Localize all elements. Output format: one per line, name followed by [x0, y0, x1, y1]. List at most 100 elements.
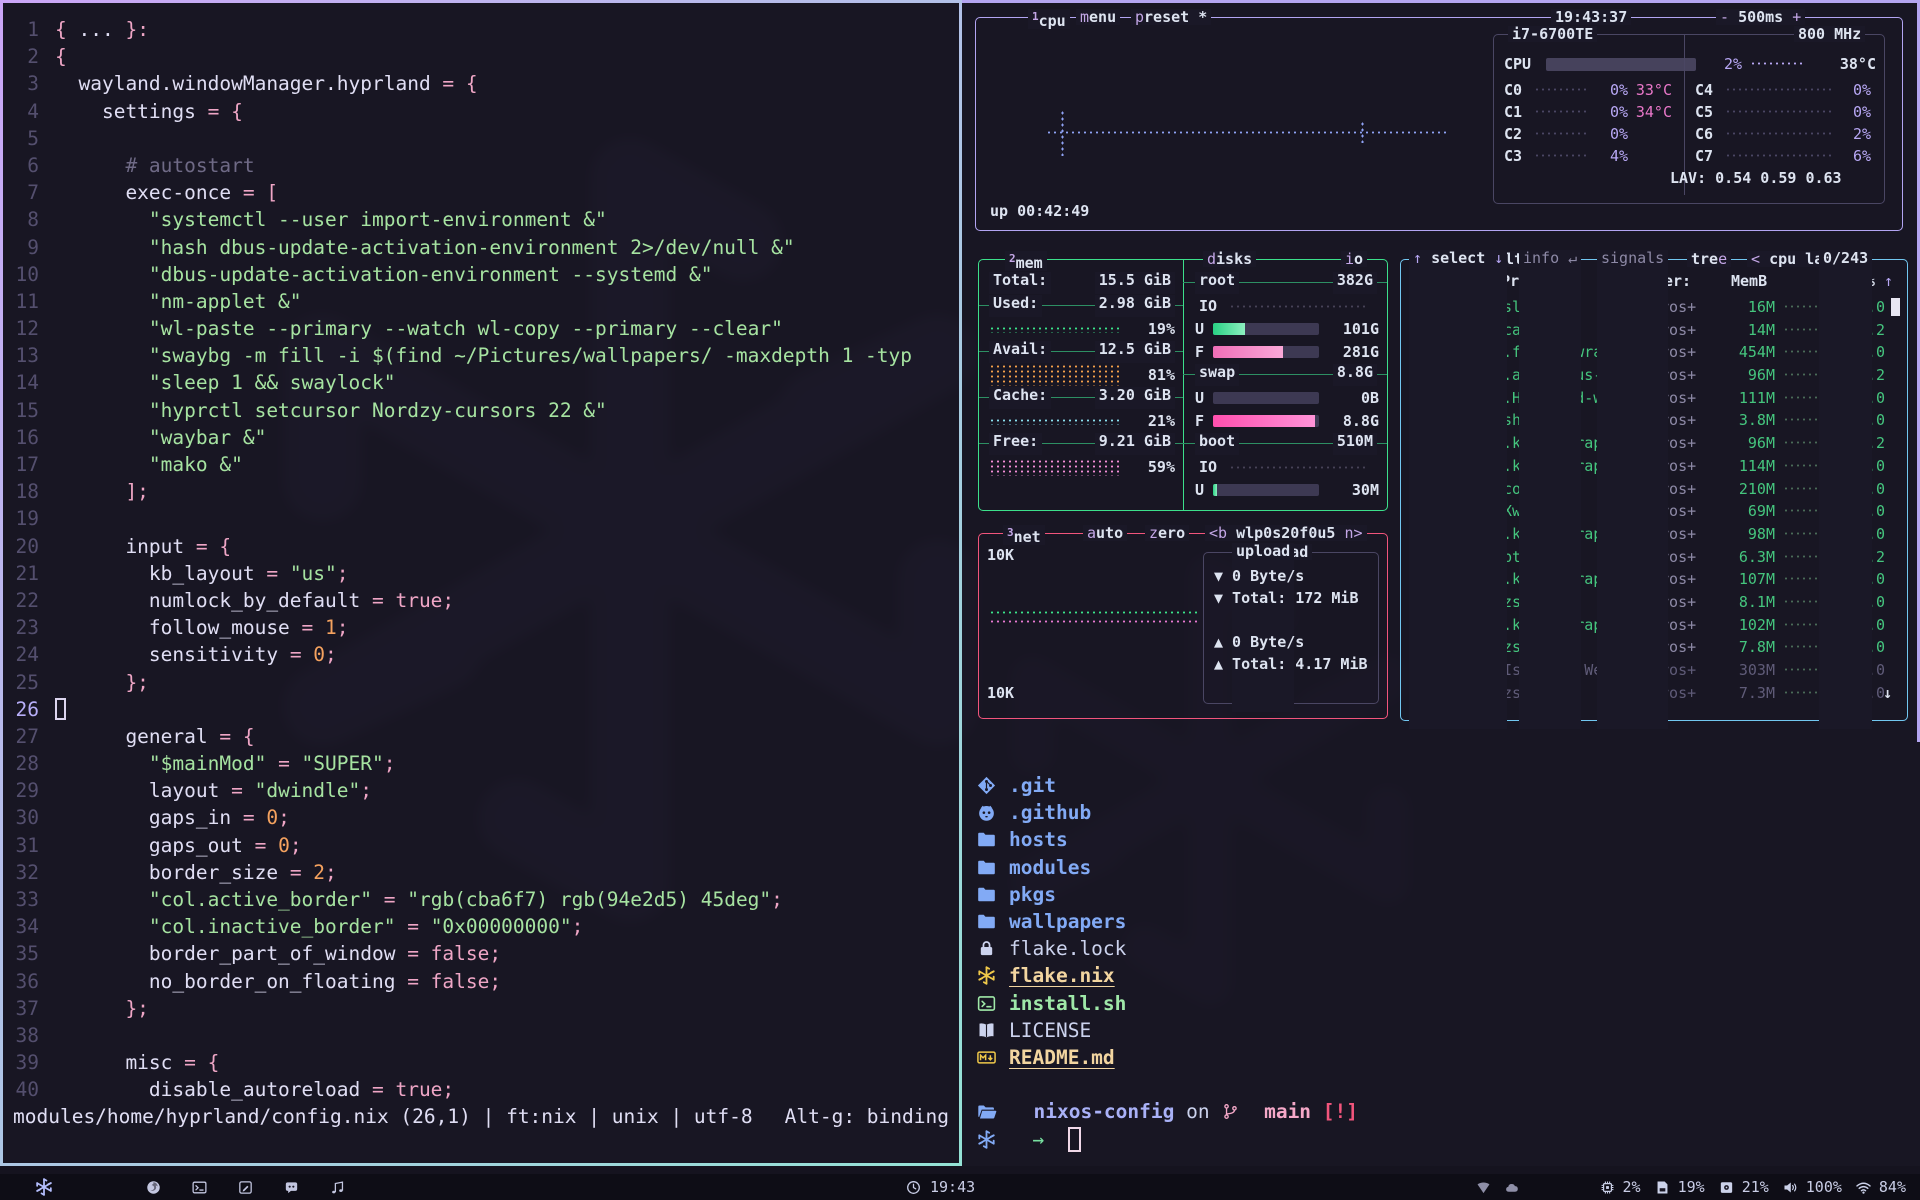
text: mem [1016, 254, 1043, 272]
tray-cloud-icon[interactable] [1504, 1179, 1521, 1196]
disk-name: root [1195, 272, 1239, 294]
mem-meter [989, 364, 1119, 386]
cpu-core-row: C62% [1685, 123, 1871, 145]
workspace-note[interactable] [237, 1179, 254, 1196]
mem-stat-value: 9.21 GiB [1095, 433, 1175, 455]
cpu-tab[interactable]: 1cpu [1028, 9, 1070, 29]
cpu-detail-box: i7-6700TE800 MHzCPU2%38°CC00%33°CC10%34°… [1493, 34, 1885, 204]
nixos-menu-icon[interactable] [34, 1177, 54, 1197]
terminal-window[interactable]: .git.githubhostsmodulespkgswallpapersfla… [962, 742, 1920, 1166]
token: = [255, 834, 278, 857]
module-memory-usage[interactable]: 19% [1654, 1178, 1705, 1196]
line-number: 27 [3, 723, 55, 750]
token: ; [337, 562, 349, 585]
text: net [1014, 528, 1041, 546]
module-value: 21% [1742, 1178, 1769, 1196]
net-interface-selector[interactable]: <b wlp0s20f0u5 n> [1205, 525, 1367, 541]
mem-stat-label: Avail: [989, 341, 1051, 363]
line-number: 21 [3, 560, 55, 587]
proc-info-button[interactable]: info ↵ [1519, 250, 1581, 729]
net-auto-button[interactable]: auto [1083, 525, 1127, 541]
line-number: 11 [3, 288, 55, 315]
status-bar: 19:43 2% 19% 21% 100% 84% [0, 1174, 1920, 1200]
net-scale-top: 10K [987, 546, 1014, 564]
line-number: 32 [3, 859, 55, 886]
token: ; [325, 861, 337, 884]
line-number: 25 [3, 669, 55, 696]
workspace-firefox[interactable] [145, 1179, 162, 1196]
module-volume[interactable]: 100% [1782, 1178, 1842, 1196]
code-text: border_part_of_window = false; [55, 940, 501, 967]
code-text: "systemctl --user import-environment &" [55, 206, 607, 233]
module-cpu-usage[interactable]: 2% [1599, 1178, 1641, 1196]
disk-bar [1213, 392, 1319, 404]
editor-window[interactable]: 1{ ... }:2{3 wayland.windowManager.hyprl… [0, 0, 962, 1166]
cpu-core-row: C20% [1494, 123, 1680, 145]
workspace-music[interactable] [329, 1179, 346, 1196]
proc-scrollbar[interactable] [1891, 298, 1900, 316]
code-text: { [55, 43, 67, 70]
core-meter [1725, 131, 1831, 137]
token: follow_mouse [55, 616, 302, 639]
tray-wifi-pie-icon[interactable] [1475, 1179, 1492, 1196]
cpu-graph-spike [1360, 121, 1365, 143]
mem-stat-row: Cache:3.20 GiB [989, 387, 1175, 409]
preset-button[interactable]: preset * [1131, 9, 1211, 25]
token: = { [196, 535, 231, 558]
editor-line: 13 "swaybg -m fill -i $(find ~/Pictures/… [3, 342, 959, 369]
proc-select-control[interactable]: ↑ select ↓ [1409, 250, 1507, 729]
disk-io-label: IO [1199, 297, 1229, 315]
bar-clock[interactable]: 19:43 [905, 1178, 975, 1196]
process-mem: 107M [1713, 568, 1775, 591]
process-mem: 114M [1713, 455, 1775, 478]
token: 0 [278, 834, 290, 857]
core-temp: 33°C [1628, 81, 1680, 99]
module-value: 19% [1678, 1178, 1705, 1196]
mem-stat-label: Used: [989, 295, 1042, 317]
proc-signals-button[interactable]: signals [1597, 250, 1668, 729]
core-pct: 4% [1594, 147, 1628, 165]
code-text: ]; [55, 478, 149, 505]
shell-input-line[interactable]: → [976, 1125, 1358, 1152]
token: input [55, 535, 196, 558]
process-mem: 7.8M [1713, 636, 1775, 659]
token: gaps_in [55, 806, 243, 829]
refresh-interval-control[interactable]: - 500ms + [1716, 9, 1805, 25]
code-text: "waybar &" [55, 424, 266, 451]
disks-io-toggle[interactable]: io [1341, 251, 1367, 267]
module-disk-usage[interactable]: 21% [1718, 1178, 1769, 1196]
disk-bar-letter: U [1195, 320, 1213, 338]
token: = [243, 806, 266, 829]
workspace-discord[interactable] [283, 1179, 300, 1196]
btop-window[interactable]: 1cpumenupreset *19:43:37- 500ms +up 00:4… [962, 0, 1920, 742]
core-name: C2 [1494, 125, 1528, 143]
editor-buffer[interactable]: 1{ ... }:2{3 wayland.windowManager.hyprl… [3, 16, 959, 1104]
text: signals [1601, 249, 1664, 267]
file-listing: .git.githubhostsmodulespkgswallpapersfla… [976, 772, 1358, 1153]
text: n> [1335, 524, 1362, 542]
core-pct: 0% [1594, 81, 1628, 99]
net-tab[interactable]: 3net [1003, 525, 1045, 545]
process-mem: 102M [1713, 614, 1775, 637]
line-number: 19 [3, 505, 55, 532]
net-zero-button[interactable]: zero [1145, 525, 1189, 541]
net-stat-row: ▼ 0 Byte/s [1214, 567, 1304, 585]
process-mem: 6.3M [1713, 546, 1775, 569]
ram-icon [1654, 1179, 1671, 1196]
token: "SUPER" [302, 752, 384, 775]
text [1010, 1100, 1022, 1123]
system-tray[interactable] [1475, 1179, 1521, 1196]
token: "swaybg -m fill -i $(find ~/Pictures/wal… [55, 344, 912, 367]
line-number: 26 [3, 696, 55, 723]
file-name: hosts [1009, 828, 1068, 851]
mem-stat-row: Total:15.5 GiB [989, 272, 1175, 294]
mem-stat-value: 3.20 GiB [1095, 387, 1175, 409]
text: 500ms [1738, 8, 1783, 26]
mem-tab[interactable]: 2mem [1005, 251, 1047, 271]
workspace-terminal[interactable] [191, 1179, 208, 1196]
menu-button[interactable]: menu [1076, 9, 1120, 25]
prompt-on: on [1174, 1100, 1221, 1123]
proc-tree-button[interactable]: tree [1687, 251, 1731, 267]
file-entry: modules [976, 854, 1358, 881]
module-wifi-strength[interactable]: 84% [1855, 1178, 1906, 1196]
